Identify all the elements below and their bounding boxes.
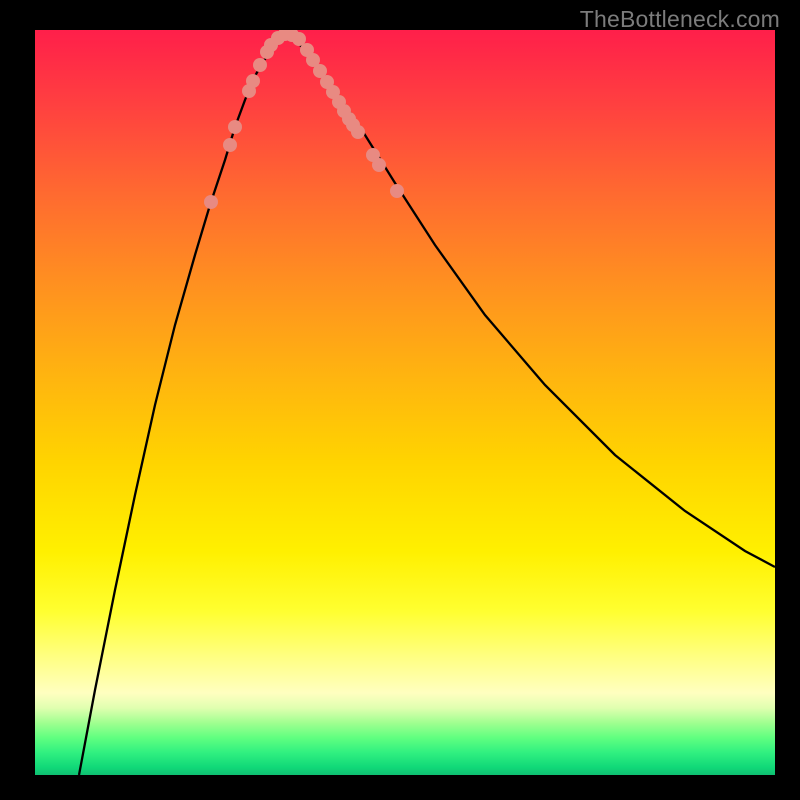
data-dot (390, 184, 404, 198)
chart-frame: TheBottleneck.com (0, 0, 800, 800)
data-dot (246, 74, 260, 88)
chart-svg (35, 30, 775, 775)
chart-plot-area (35, 30, 775, 775)
data-dot (228, 120, 242, 134)
left-curve (79, 34, 285, 775)
data-dot (204, 195, 218, 209)
data-dots (204, 30, 404, 209)
data-dot (372, 158, 386, 172)
right-curve (285, 34, 775, 567)
data-dot (253, 58, 267, 72)
data-dot (351, 125, 365, 139)
watermark-text: TheBottleneck.com (580, 6, 780, 33)
data-dot (223, 138, 237, 152)
curve-group (79, 34, 775, 775)
